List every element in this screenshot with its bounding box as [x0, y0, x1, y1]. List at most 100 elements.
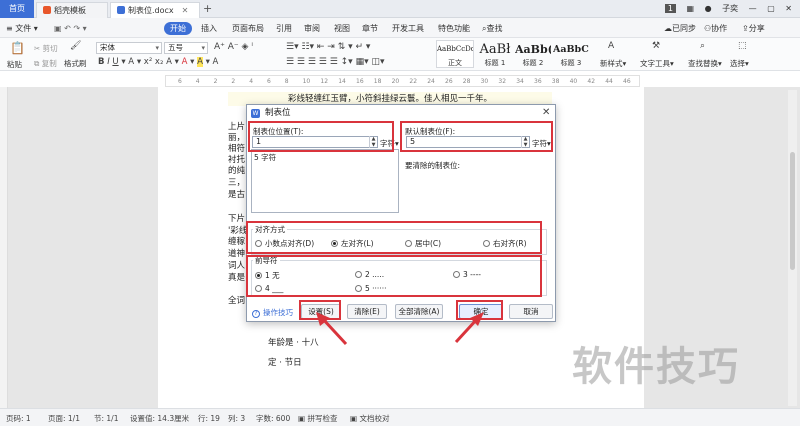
doc-line: 真是 [228, 273, 246, 283]
ruler-tick-label: 14 [338, 78, 346, 85]
ruler-tick-label: 20 [391, 78, 400, 85]
menu-insert[interactable]: 插入 [201, 22, 217, 35]
text-tools-button[interactable]: 文字工具▾ [640, 58, 674, 69]
window-tools: 1 ▦ ● 子奕 — ▢ ✕ [657, 3, 792, 14]
format-painter-icon[interactable]: 🖌 [70, 41, 81, 51]
style-h2-sample: AaBb( [515, 43, 552, 56]
minimize-icon[interactable]: — [749, 4, 757, 13]
status-pages[interactable]: 页面: 1/1 [48, 413, 80, 424]
ruler-tick-label: 38 [551, 78, 560, 85]
doc-line: 全词 [228, 296, 246, 306]
list-icons[interactable]: ☰▾ ☷▾ ⇤ ⇥ ⇅ ▾ ↵ ▾ [286, 42, 370, 52]
highlight-default-tab [400, 121, 553, 152]
style-normal-sample: AaBbCcDd [437, 45, 474, 53]
clear-all-button[interactable]: 全部清除(A) [395, 304, 443, 319]
ruler-tick-label: 26 [445, 78, 453, 85]
style-h1-name: 标题 1 [484, 59, 506, 67]
new-tab-icon[interactable]: + [203, 2, 212, 15]
font-name-select[interactable]: 宋体 [96, 42, 162, 54]
tab-document[interactable]: 制表位.docx ✕ [110, 2, 200, 18]
menu-file[interactable]: ≡ 文件 ▾ [6, 22, 38, 35]
scrollbar-thumb[interactable] [790, 152, 795, 270]
grid-icon[interactable]: ▦ [686, 4, 694, 13]
ruler-tick-label: 8 [284, 78, 289, 85]
cancel-button[interactable]: 取消 [509, 304, 553, 319]
dialog-close-icon[interactable]: ✕ [542, 107, 550, 118]
writer-icon [117, 6, 125, 14]
find-replace-icon[interactable]: ⌕ [700, 41, 705, 51]
help-link[interactable]: ? 操作技巧 [252, 307, 293, 318]
ruler-tick-label: 40 [569, 78, 578, 85]
status-col[interactable]: 列: 3 [228, 413, 245, 424]
style-h2-name: 标题 2 [522, 59, 544, 67]
proofread-icon: ▣ [350, 414, 358, 423]
sync-label: 已同步 [672, 24, 696, 33]
select-label: 选择 [730, 59, 745, 68]
font-format-icons[interactable]: B I U ▾ A ▾ x² x₂ A ▾ A ▾ A ▾ A [98, 57, 218, 67]
find-replace-button[interactable]: 查找替换▾ [688, 58, 722, 69]
menu-review[interactable]: 审阅 [304, 22, 320, 35]
close-icon[interactable]: ✕ [785, 4, 792, 13]
new-style-label: 新样式 [600, 59, 623, 68]
menu-chapter[interactable]: 章节 [362, 22, 378, 35]
select-icon[interactable]: ⬚ [738, 41, 747, 51]
maximize-icon[interactable]: ▢ [767, 4, 775, 13]
menu-developer[interactable]: 开发工具 [392, 22, 424, 35]
ruler-tick-label: 4 [249, 78, 254, 85]
list-item[interactable]: 5 字符 [254, 152, 276, 163]
menu-references[interactable]: 引用 [276, 22, 292, 35]
font-grow-icon[interactable]: A⁺ A⁻ ◈ ⁱ [214, 42, 253, 52]
avatar[interactable]: ● [705, 4, 712, 13]
status-section[interactable]: 节: 1/1 [94, 413, 118, 424]
horizontal-ruler: 6 4 2 2 4 6 8 10 12 14 16 18 20 22 24 26 28 30 32 34 36 38 40 4… [165, 75, 640, 87]
share-button[interactable]: ⇪分享 [742, 22, 765, 35]
sync-status[interactable]: ☁已同步 [664, 22, 696, 35]
ruler-tick-label: 28 [462, 78, 471, 85]
tab-stops-list[interactable]: 5 字符 [251, 149, 399, 213]
ruler-tick-label: 36 [534, 78, 542, 85]
align-icons[interactable]: ☰ ☰ ☰ ☰ ☰ ↕▾ ▦▾ ◫▾ [286, 57, 384, 67]
style-h1-sample: AaBł [479, 42, 511, 57]
quick-access-icons[interactable]: ▣ ↶ ↷ ▾ [54, 22, 87, 35]
tab-templates-label: 稻壳模板 [54, 6, 86, 15]
close-tab-icon[interactable]: ✕ [182, 6, 189, 15]
status-setting[interactable]: 设置值: 14.3厘米 [130, 413, 189, 424]
dialog-title: 制表位 [265, 108, 291, 118]
collab-button[interactable]: ⚇协作 [704, 22, 727, 35]
paste-label[interactable]: 粘贴 [7, 59, 22, 70]
copy-button[interactable]: ⧉ 复制 [34, 58, 57, 69]
status-words[interactable]: 字数: 600 [256, 413, 290, 424]
menu-search-label: 查找 [486, 24, 503, 33]
cut-button[interactable]: ✂ 剪切 [34, 43, 58, 54]
ruler-tick-label: 10 [302, 78, 311, 85]
style-heading-3[interactable]: AaBbC( 标题 3 [552, 40, 590, 68]
user-name[interactable]: 子奕 [722, 4, 738, 13]
status-row[interactable]: 行: 19 [198, 413, 220, 424]
text-tools-icon[interactable]: ⚒ [652, 41, 660, 51]
font-size-select[interactable]: 五号 [164, 42, 208, 54]
style-heading-2[interactable]: AaBb( 标题 2 [514, 40, 552, 68]
tab-templates[interactable]: 稻壳模板 [36, 2, 108, 18]
paste-icon[interactable]: 📋 [10, 41, 25, 55]
home-tab[interactable]: 首页 [0, 0, 34, 18]
menu-layout[interactable]: 页面布局 [232, 22, 264, 35]
status-page[interactable]: 页码: 1 [6, 413, 31, 424]
spell-check-button[interactable]: ▣ 拼写检查 [298, 413, 337, 424]
arrow-to-set-button [316, 312, 348, 346]
style-normal[interactable]: AaBbCcDd 正文 [436, 40, 474, 68]
doc-line: 下片 [228, 214, 246, 224]
proofread-button[interactable]: ▣ 文档校对 [350, 413, 389, 424]
ribbon-toolbar: 📋 粘贴 ✂ 剪切 ⧉ 复制 🖌 格式刷 宋体 五号 A⁺ A⁻ ◈ ⁱ B I… [0, 38, 800, 71]
select-button[interactable]: 选择▾ [730, 58, 749, 69]
format-painter-label[interactable]: 格式刷 [64, 58, 87, 69]
menu-search[interactable]: ⌕查找 [482, 22, 502, 35]
ruler-tick-label: 2 [213, 78, 218, 85]
menu-view[interactable]: 视图 [334, 22, 350, 35]
new-style-button[interactable]: 新样式▾ [600, 58, 626, 69]
text-tools-label: 文字工具 [640, 59, 670, 68]
menu-home[interactable]: 开始 [164, 22, 192, 35]
style-heading-1[interactable]: AaBł 标题 1 [476, 40, 514, 68]
menu-features[interactable]: 特色功能 [438, 22, 470, 35]
ruler-tick-label: 34 [516, 78, 524, 85]
new-style-icon[interactable]: A [608, 41, 614, 51]
